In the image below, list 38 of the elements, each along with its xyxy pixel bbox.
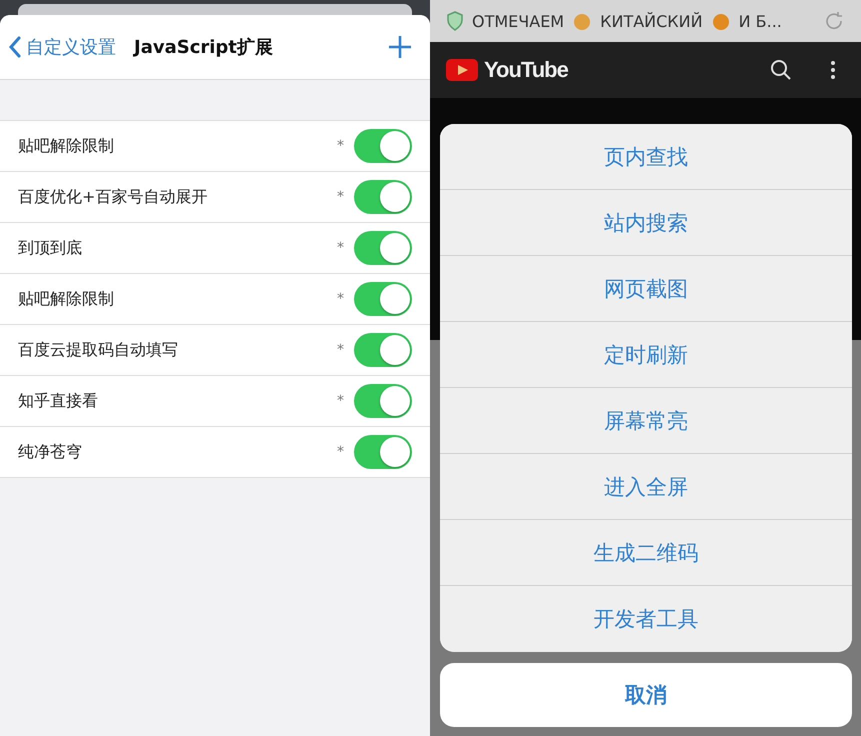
emoji-icon bbox=[710, 11, 731, 31]
script-name: 纯净苍穹 bbox=[18, 442, 83, 462]
reload-icon[interactable] bbox=[823, 10, 845, 32]
asterisk: * bbox=[337, 291, 344, 307]
script-name: 百度优化+百家号自动展开 bbox=[18, 186, 208, 208]
toggle-switch[interactable] bbox=[354, 435, 412, 469]
back-button[interactable]: 自定义设置 bbox=[8, 35, 116, 59]
site-logo[interactable]: YouTube bbox=[484, 57, 568, 83]
asterisk: * bbox=[337, 240, 344, 256]
search-icon[interactable] bbox=[769, 58, 793, 82]
cancel-button[interactable]: 取消 bbox=[440, 663, 852, 727]
play-logo-icon bbox=[446, 59, 478, 81]
add-icon[interactable] bbox=[388, 35, 412, 59]
script-name: 贴吧解除限制 bbox=[18, 136, 115, 156]
script-name: 知乎直接看 bbox=[18, 390, 99, 412]
asterisk: * bbox=[337, 444, 344, 460]
asterisk: * bbox=[337, 138, 344, 154]
toggle-switch[interactable] bbox=[354, 231, 412, 265]
asterisk: * bbox=[337, 342, 344, 358]
asterisk: * bbox=[337, 393, 344, 409]
toggle-switch[interactable] bbox=[354, 333, 412, 367]
asterisk: * bbox=[337, 189, 344, 205]
emoji-icon bbox=[572, 11, 592, 31]
script-name: 到顶到底 bbox=[18, 238, 83, 258]
toggle-switch[interactable] bbox=[354, 180, 412, 214]
toggle-switch[interactable] bbox=[354, 384, 412, 418]
toggle-switch[interactable] bbox=[354, 129, 412, 163]
shield-icon bbox=[446, 11, 464, 31]
back-icon bbox=[8, 35, 22, 59]
menu-item[interactable]: 页内查找 bbox=[440, 124, 852, 190]
page-title-text: КИТАЙСКИЙ bbox=[600, 12, 703, 30]
script-name: 百度云提取码自动填写 bbox=[18, 340, 179, 360]
script-name: 贴吧解除限制 bbox=[18, 288, 115, 310]
page-title-text: И Б... bbox=[738, 12, 782, 30]
page-title: JavaScript扩展 bbox=[134, 36, 274, 59]
toggle-switch[interactable] bbox=[354, 282, 412, 316]
page-title-text: ОТМЕЧАЕМ bbox=[472, 12, 564, 30]
address-bar[interactable]: ОТМЕЧАЕМ КИТАЙСКИЙ И Б... bbox=[430, 0, 861, 42]
